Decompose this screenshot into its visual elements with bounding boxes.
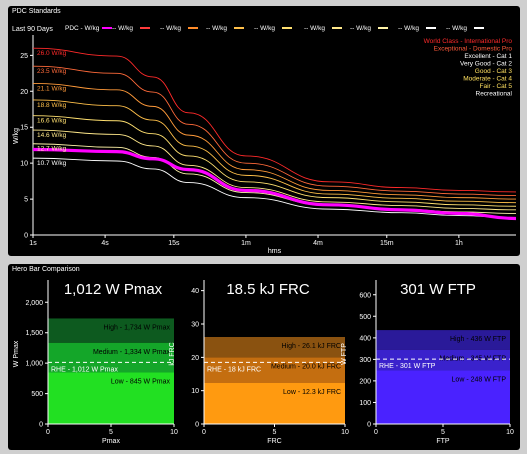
hero-y-tick-label: 1,000	[25, 361, 43, 368]
legend-item-label: -- W/kg	[446, 25, 467, 32]
curve-start-label: 21.1 W/kg	[37, 85, 67, 92]
standard-series-line	[32, 143, 517, 214]
curve-start-label: 23.5 W/kg	[37, 68, 67, 75]
pdc-x-tick-label: 4s	[101, 240, 109, 247]
hero-title-ftp: 301 W FTP	[400, 281, 476, 298]
curve-start-label: 26.0 W/kg	[37, 50, 67, 57]
legend-item-label: -- W/kg	[350, 25, 371, 32]
hero-x-axis-label: FTP	[436, 438, 450, 445]
hero-y-tick-label: 0	[39, 422, 43, 429]
hero-y-tick-label: 20	[191, 355, 199, 362]
category-label: Fair - Cat 5	[479, 83, 512, 90]
category-label: Excellent - Cat 1	[464, 53, 512, 60]
pdc-range-label: Last 90 Days	[12, 26, 53, 33]
hero-panel: Hero Bar Comparison High - 1,734 W Pmax M…	[8, 264, 520, 450]
pdc-x-tick-label: 15s	[168, 240, 180, 247]
hero-y-tick-label: 1,500	[25, 330, 43, 337]
legend-item-label: PDC - W/kg	[65, 25, 100, 32]
standard-series-line	[32, 47, 517, 193]
pdc-x-axis-label: hms	[268, 248, 282, 255]
hero-y-tick-label: 30	[191, 322, 199, 329]
hero-y-tick-label: 300	[359, 357, 371, 364]
hero-x-axis-label: FRC	[267, 438, 281, 445]
hero-y-tick-label: 500	[31, 391, 43, 398]
pdc-y-tick-label: 15	[20, 125, 28, 132]
category-label: Good - Cat 3	[475, 68, 513, 75]
pdc-y-tick-label: 20	[20, 89, 28, 96]
hero-y-tick-label: 2,000	[25, 300, 43, 307]
hero-title-frc: 18.5 kJ FRC	[226, 281, 310, 298]
standard-series-line	[32, 65, 517, 196]
hero-y-tick-label: 200	[359, 378, 371, 385]
hero-y-tick-label: 500	[359, 314, 371, 321]
category-label: Exceptional - Domestic Pro	[434, 46, 513, 53]
pdc-x-tick-label: 4m	[313, 240, 323, 247]
hero-band-label: High - 26.1 kJ FRC	[281, 343, 341, 350]
curve-start-label: 12.7 W/kg	[37, 146, 67, 153]
legend-item-label: -- W/kg	[254, 25, 275, 32]
pdc-x-tick-label: 1m	[241, 240, 251, 247]
legend-item-label: -- W/kg	[112, 25, 133, 32]
hero-band-label: High - 1,734 W Pmax	[103, 324, 170, 331]
hero-x-tick-label: 0	[46, 429, 50, 436]
hero-y-axis-label: kJ FRC	[169, 342, 176, 365]
hero-title-pmax: 1,012 W Pmax	[63, 281, 163, 298]
curve-start-label: 10.7 W/kg	[37, 160, 67, 167]
pdc-x-tick-label: 1s	[29, 240, 37, 247]
hero-y-tick-label: 0	[367, 422, 371, 429]
hero-y-tick-label: 10	[191, 388, 199, 395]
hero-band-label: Low - 12.3 kJ FRC	[283, 389, 341, 396]
hero-marker-label: RHE - 1,012 W Pmax	[51, 366, 118, 373]
legend-item-label: -- W/kg	[304, 25, 325, 32]
hero-x-tick-label: 5	[273, 429, 277, 436]
hero-y-axis-label: W Pmax	[13, 340, 20, 367]
hero-band-label: Low - 248 W FTP	[452, 377, 507, 384]
legend-item-label: -- W/kg	[160, 25, 181, 32]
category-label: Moderate - Cat 4	[463, 76, 512, 83]
hero-y-tick-label: 100	[359, 400, 371, 407]
hero-x-tick-label: 5	[441, 429, 445, 436]
category-label: World Class - International Pro	[424, 38, 513, 45]
hero-y-tick-label: 400	[359, 335, 371, 342]
standard-series-line	[32, 82, 517, 200]
hero-marker-label: RHE - 18 kJ FRC	[207, 366, 261, 373]
hero-x-axis-label: Pmax	[102, 438, 120, 445]
pdc-y-tick-label: 25	[20, 53, 28, 60]
hero-x-tick-label: 0	[202, 429, 206, 436]
hero-y-axis-label: W FTP	[341, 343, 348, 365]
pdc-x-tick-label: 1h	[455, 240, 463, 247]
hero-y-tick-label: 0	[195, 422, 199, 429]
legend-item-label: -- W/kg	[398, 25, 419, 32]
hero-x-tick-label: 0	[374, 429, 378, 436]
standard-series-line	[32, 129, 517, 211]
pdc-y-tick-label: 5	[24, 197, 28, 204]
hero-x-tick-label: 10	[506, 429, 514, 436]
hero-x-tick-label: 5	[109, 429, 113, 436]
hero-band-label: Low - 845 W Pmax	[111, 379, 171, 386]
hero-band-label: Medium - 1,334 W Pmax	[93, 349, 171, 356]
standard-series-line	[32, 157, 517, 219]
pdc-y-axis-label: W/kg	[13, 128, 20, 144]
pdc-y-tick-label: 0	[24, 233, 28, 240]
category-label: Recreational	[476, 91, 513, 98]
legend-item-label: -- W/kg	[206, 25, 227, 32]
pdc-chart: Last 90 Days PDC - W/kg -- W/kg -- W/kg -- W…	[12, 25, 517, 255]
curve-start-label: 14.6 W/kg	[37, 132, 67, 139]
hero-marker-label: RHE - 301 W FTP	[379, 363, 436, 370]
curve-start-label: 18.8 W/kg	[37, 102, 67, 109]
curve-start-label: 16.6 W/kg	[37, 118, 67, 125]
hero-x-tick-label: 10	[170, 429, 178, 436]
pdc-x-tick-label: 15m	[380, 240, 394, 247]
category-label: Very Good - Cat 2	[460, 61, 512, 68]
pdc-y-tick-label: 10	[20, 161, 28, 168]
hero-band-label: Medium - 20.0 kJ FRC	[271, 363, 341, 370]
hero-x-tick-label: 10	[341, 429, 349, 436]
hero-band-label: High - 436 W FTP	[450, 336, 506, 343]
pdc-panel: PDC Standards Last 90 Days PDC - W/kg -- W…	[8, 6, 520, 256]
